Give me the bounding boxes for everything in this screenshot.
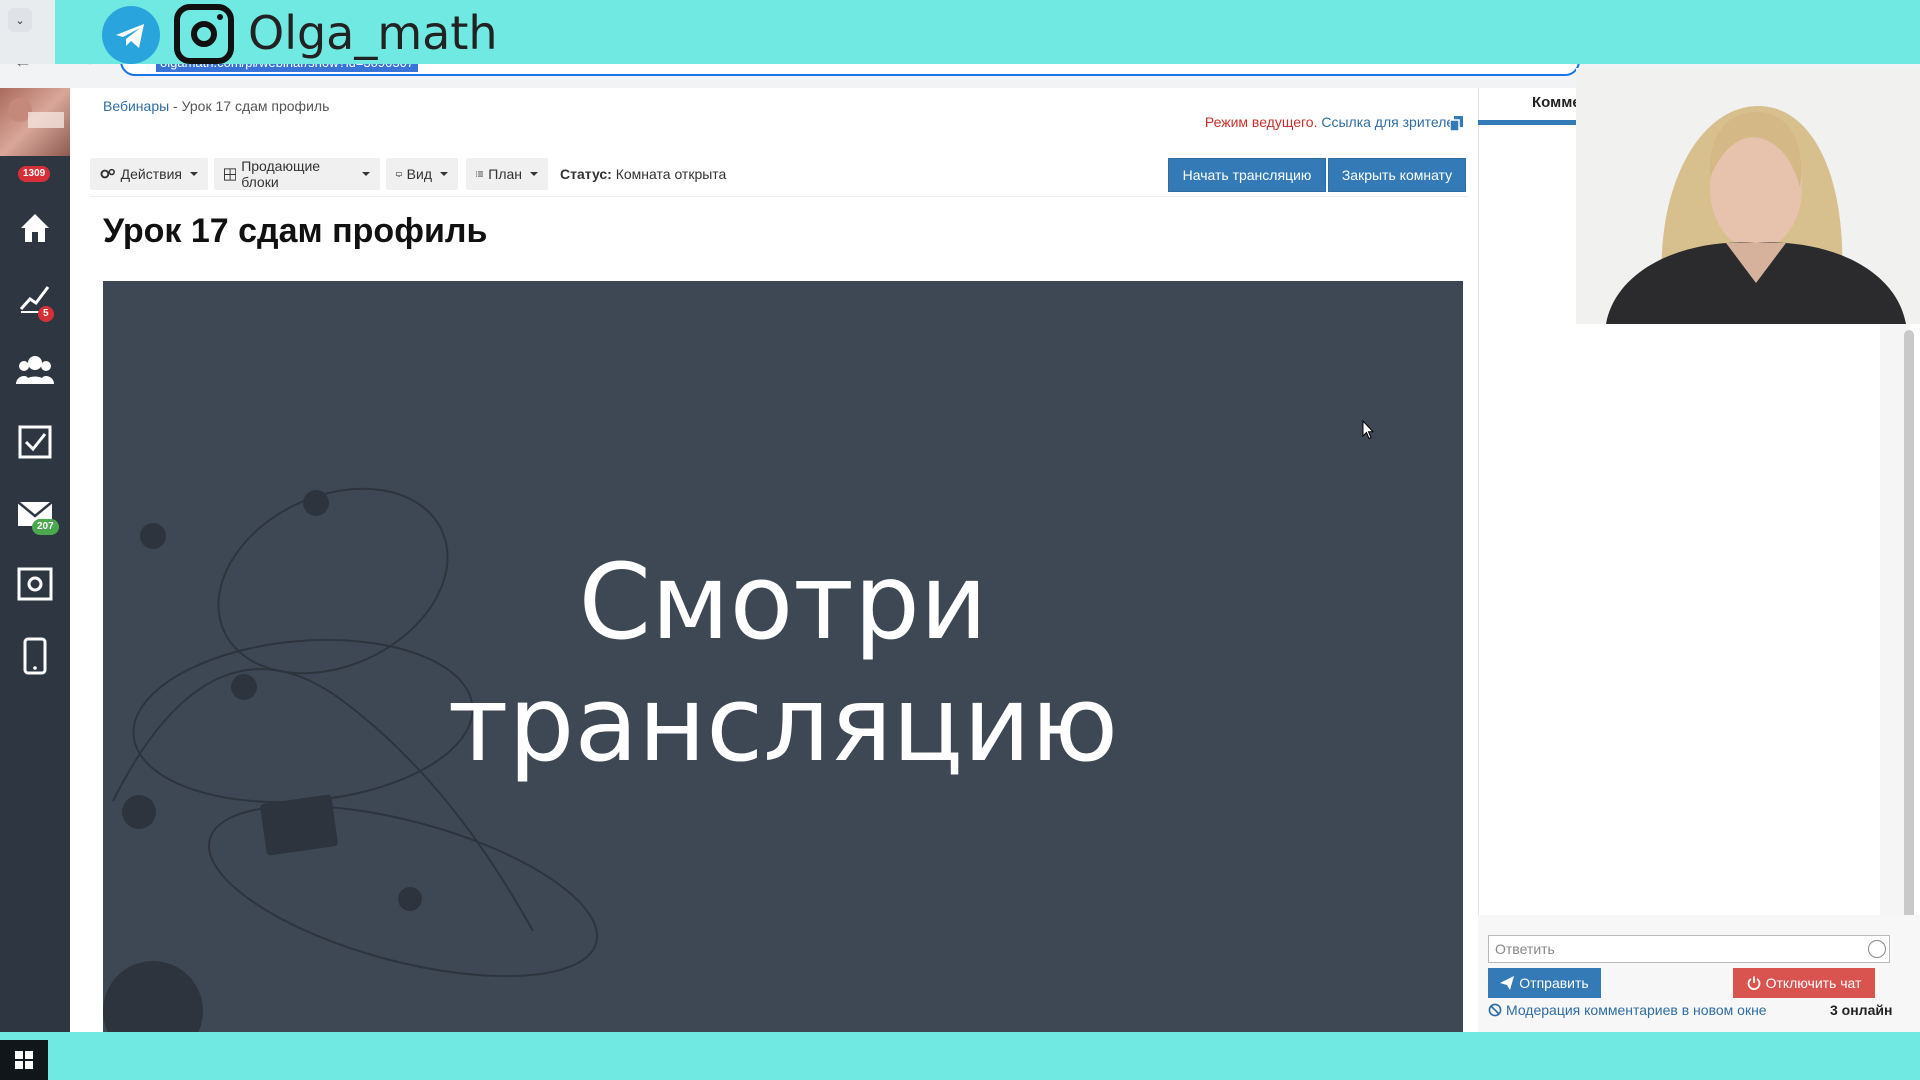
reply-input[interactable] xyxy=(1488,935,1890,963)
logo-badge: 1309 xyxy=(18,166,51,182)
webcam-video xyxy=(1576,68,1920,324)
ban-icon xyxy=(1488,1003,1502,1017)
windows-start-icon[interactable] xyxy=(0,1040,48,1080)
grid-icon xyxy=(224,167,237,181)
mobile-app-icon[interactable] xyxy=(15,636,55,676)
breadcrumb: Вебинары - Урок 17 сдам профиль xyxy=(103,98,329,114)
disable-chat-label: Отключить чат xyxy=(1765,975,1862,991)
moderation-link[interactable]: Модерация комментариев в новом окне xyxy=(1488,1002,1767,1018)
host-mode-indicator: Режим ведущего. Ссылка для зрителей xyxy=(1205,114,1462,130)
breadcrumb-webinars-link[interactable]: Вебинары xyxy=(103,98,169,114)
copy-icon[interactable] xyxy=(1449,116,1463,132)
moderation-label: Модерация комментариев в новом окне xyxy=(1506,1002,1767,1018)
actions-label: Действия xyxy=(120,166,182,182)
close-room-button[interactable]: Закрыть комнату xyxy=(1328,158,1466,192)
breadcrumb-current: Урок 17 сдам профиль xyxy=(181,98,330,114)
host-mode-label: Режим ведущего. xyxy=(1204,114,1318,130)
bottom-overlay-banner xyxy=(0,1032,1920,1080)
tab-active-indicator xyxy=(1478,120,1578,125)
chat-scrollbar[interactable] xyxy=(1904,330,1914,920)
webinar-toolbar: Действия Продающие блоки Вид План Статус… xyxy=(90,158,1468,194)
video-player[interactable]: Смотри трансляцию xyxy=(103,281,1463,1033)
mail-badge: 207 xyxy=(32,519,59,535)
gears-icon xyxy=(100,168,115,179)
video-caption-line-2: трансляцию xyxy=(447,663,1119,785)
breadcrumb-separator: - xyxy=(169,98,182,114)
tab-search-chevron-icon[interactable]: ⌄ xyxy=(8,8,32,32)
banner-handle: Olga_math xyxy=(248,6,498,60)
video-caption-line-1: Смотри xyxy=(578,541,988,663)
page-title: Урок 17 сдам профиль xyxy=(103,212,488,250)
power-icon xyxy=(1747,976,1760,990)
statistics-badge: 5 xyxy=(38,306,54,322)
send-label: Отправить xyxy=(1519,975,1589,991)
plan-dropdown[interactable]: План xyxy=(466,158,548,190)
room-status: Статус: Комната открыта xyxy=(560,166,726,182)
status-value: Комната открыта xyxy=(615,166,727,182)
school-logo[interactable] xyxy=(0,88,70,156)
home-icon[interactable] xyxy=(15,208,55,248)
paper-plane-icon xyxy=(1500,976,1515,990)
instagram-icon xyxy=(174,4,234,64)
send-button[interactable]: Отправить xyxy=(1488,968,1601,998)
start-stream-button[interactable]: Начать трансляцию xyxy=(1168,158,1326,192)
selling-blocks-dropdown[interactable]: Продающие блоки xyxy=(214,158,380,190)
selling-blocks-label: Продающие блоки xyxy=(241,158,321,190)
viewer-link[interactable]: Ссылка для зрителей xyxy=(1321,114,1462,130)
mouse-cursor-icon xyxy=(1362,420,1374,440)
plan-label: План xyxy=(488,166,522,182)
view-label: Вид xyxy=(406,166,432,182)
tasks-checkbox-icon[interactable] xyxy=(15,422,55,462)
status-label: Статус: xyxy=(560,166,612,182)
users-icon[interactable] xyxy=(15,350,55,390)
emoji-icon[interactable] xyxy=(1868,940,1886,958)
list-icon xyxy=(476,171,484,177)
actions-dropdown[interactable]: Действия xyxy=(90,158,208,190)
disable-chat-button[interactable]: Отключить чат xyxy=(1733,968,1875,998)
settings-icon[interactable] xyxy=(15,564,55,604)
view-dropdown[interactable]: Вид xyxy=(386,158,458,190)
telegram-icon xyxy=(102,6,160,64)
monitor-icon xyxy=(396,171,402,177)
online-count: 3 онлайн xyxy=(1830,1002,1893,1018)
toolbar-divider xyxy=(90,196,1468,197)
